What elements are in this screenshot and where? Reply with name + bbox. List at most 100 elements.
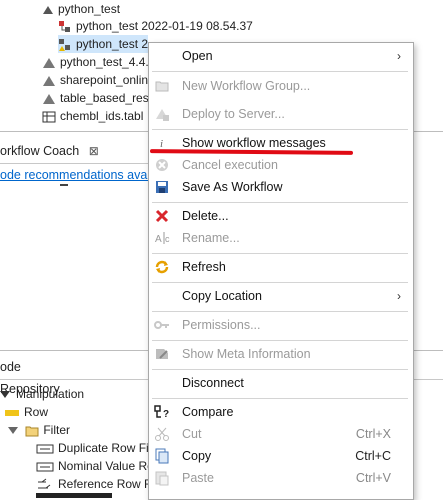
repo-item-label: Filter bbox=[43, 423, 71, 437]
menu-item-paste[interactable]: Paste Ctrl+V bbox=[149, 467, 413, 489]
tree-item-job-selected[interactable]: python_test 2 bbox=[58, 35, 149, 53]
next-item-fragment bbox=[36, 493, 112, 498]
repo-item-label: Duplicate Row Fi bbox=[58, 441, 149, 455]
menu-item-shortcut: Ctrl+V bbox=[355, 471, 391, 485]
tab-underline bbox=[0, 163, 148, 164]
tree-item-sharepoint[interactable]: sharepoint_onlin bbox=[42, 71, 148, 89]
tree-item-label: python_test bbox=[58, 2, 121, 16]
row-category-icon bbox=[4, 406, 20, 420]
submenu-arrow-icon: › bbox=[397, 289, 401, 303]
workflow-icon bbox=[42, 92, 56, 106]
menu-item-save-as-workflow[interactable]: Save As Workflow bbox=[149, 176, 413, 198]
menu-separator bbox=[152, 369, 408, 370]
menu-item-shortcut: Ctrl+X bbox=[355, 427, 391, 441]
repo-item-filter[interactable]: Filter bbox=[8, 421, 70, 439]
repo-item-label: Nominal Value Re bbox=[58, 459, 154, 473]
repo-item-manipulation[interactable]: Manipulation bbox=[0, 385, 84, 403]
tree-item-table-based-rest[interactable]: table_based_rest bbox=[42, 89, 152, 107]
expand-arrow-icon[interactable] bbox=[0, 391, 10, 399]
menu-item-copy-location[interactable]: Copy Location › bbox=[149, 285, 413, 307]
repo-item-reference-row-filter[interactable]: Reference Row Fi bbox=[36, 475, 154, 493]
tree-item-label: python_test 2 bbox=[76, 37, 149, 51]
menu-separator bbox=[152, 282, 408, 283]
menu-item-show-meta-information[interactable]: Show Meta Information bbox=[149, 343, 413, 365]
workflow-icon bbox=[42, 56, 56, 70]
menu-item-label: Paste bbox=[182, 471, 214, 485]
repo-item-row[interactable]: Row bbox=[4, 403, 48, 421]
menu-separator bbox=[152, 311, 408, 312]
menu-item-rename[interactable]: Ac Rename... bbox=[149, 227, 413, 249]
tab-workflow-coach[interactable]: orkflow Coach ⊠ bbox=[0, 140, 148, 162]
menu-item-label: Show Meta Information bbox=[182, 347, 311, 361]
tree-item-job-1[interactable]: python_test 2022-01-19 08.54.37 bbox=[58, 17, 253, 35]
menu-item-disconnect[interactable]: Disconnect bbox=[149, 372, 413, 394]
refresh-icon bbox=[154, 259, 170, 275]
table-file-icon bbox=[42, 110, 56, 124]
cancel-icon bbox=[154, 157, 170, 173]
tab-node-repository[interactable]: ode Repository bbox=[0, 356, 80, 396]
node-icon bbox=[36, 460, 54, 474]
svg-text:i: i bbox=[160, 138, 163, 150]
svg-text:?: ? bbox=[163, 409, 169, 420]
node-icon bbox=[36, 478, 54, 492]
menu-item-refresh[interactable]: Refresh bbox=[149, 256, 413, 278]
menu-item-deploy-to-server[interactable]: Deploy to Server... bbox=[149, 103, 413, 125]
delete-icon bbox=[154, 208, 170, 224]
menu-separator bbox=[152, 129, 408, 130]
tree-item-chembl-ids[interactable]: chembl_ids.tabl bbox=[42, 107, 143, 125]
compare-icon: ? bbox=[154, 404, 170, 420]
svg-text:c: c bbox=[165, 234, 170, 244]
save-icon bbox=[154, 179, 170, 195]
menu-item-label: Disconnect bbox=[182, 376, 244, 390]
menu-item-label: Deploy to Server... bbox=[182, 107, 285, 121]
deploy-icon bbox=[154, 106, 170, 122]
coach-link-text[interactable]: ode recommendations avai bbox=[0, 168, 150, 182]
menu-item-label: Copy Location bbox=[182, 289, 262, 303]
submenu-arrow-icon: › bbox=[397, 49, 401, 63]
job-icon bbox=[58, 20, 72, 34]
menu-item-compare[interactable]: ? Compare bbox=[149, 401, 413, 423]
folder-icon bbox=[154, 78, 170, 94]
menu-item-label: Open bbox=[182, 49, 213, 63]
menu-item-cancel-execution[interactable]: Cancel execution bbox=[149, 154, 413, 176]
folder-icon bbox=[25, 424, 39, 438]
expand-arrow-icon[interactable] bbox=[8, 427, 18, 435]
menu-separator bbox=[152, 253, 408, 254]
copy-icon bbox=[154, 448, 170, 464]
tree-item-python-test[interactable]: python_test bbox=[42, 0, 120, 18]
menu-item-label: Cancel execution bbox=[182, 158, 278, 172]
menu-item-label: Refresh bbox=[182, 260, 226, 274]
menu-separator bbox=[152, 398, 408, 399]
menu-item-permissions[interactable]: Permissions... bbox=[149, 314, 413, 336]
paste-icon bbox=[154, 470, 170, 486]
svg-text:A: A bbox=[155, 234, 162, 245]
tree-item-label: sharepoint_onlin bbox=[60, 73, 149, 87]
context-menu: Open › New Workflow Group... Deploy to S… bbox=[148, 42, 414, 500]
menu-item-cut[interactable]: Cut Ctrl+X bbox=[149, 423, 413, 445]
menu-separator bbox=[152, 340, 408, 341]
repo-item-nominal-value[interactable]: Nominal Value Re bbox=[36, 457, 154, 475]
group-expanded-icon bbox=[42, 3, 54, 17]
menu-item-label: Cut bbox=[182, 427, 202, 441]
tree-item-python-test-4[interactable]: python_test_4.4. bbox=[42, 53, 149, 71]
repo-item-duplicate-row-filter[interactable]: Duplicate Row Fi bbox=[36, 439, 149, 457]
workflow-icon bbox=[42, 74, 56, 88]
menu-item-label: Compare bbox=[182, 405, 234, 419]
coach-progress-mark bbox=[60, 184, 68, 186]
coach-recommendations-link[interactable]: ode recommendations avai bbox=[0, 168, 150, 182]
menu-item-label: Permissions... bbox=[182, 318, 261, 332]
menu-item-label: Delete... bbox=[182, 209, 229, 223]
menu-item-new-workflow-group[interactable]: New Workflow Group... bbox=[149, 75, 413, 97]
meta-icon bbox=[154, 346, 170, 362]
menu-item-copy[interactable]: Copy Ctrl+C bbox=[149, 445, 413, 467]
job-warning-icon bbox=[58, 38, 72, 52]
repo-item-label: Reference Row Fi bbox=[58, 477, 155, 491]
menu-item-delete[interactable]: Delete... bbox=[149, 205, 413, 227]
menu-item-shortcut: Ctrl+C bbox=[355, 449, 391, 463]
close-icon[interactable]: ⊠ bbox=[89, 144, 99, 158]
menu-item-label: Rename... bbox=[182, 231, 240, 245]
menu-item-label: Save As Workflow bbox=[182, 180, 283, 194]
menu-item-open[interactable]: Open › bbox=[149, 45, 413, 67]
cut-icon bbox=[154, 426, 170, 442]
menu-item-label: New Workflow Group... bbox=[182, 79, 311, 93]
